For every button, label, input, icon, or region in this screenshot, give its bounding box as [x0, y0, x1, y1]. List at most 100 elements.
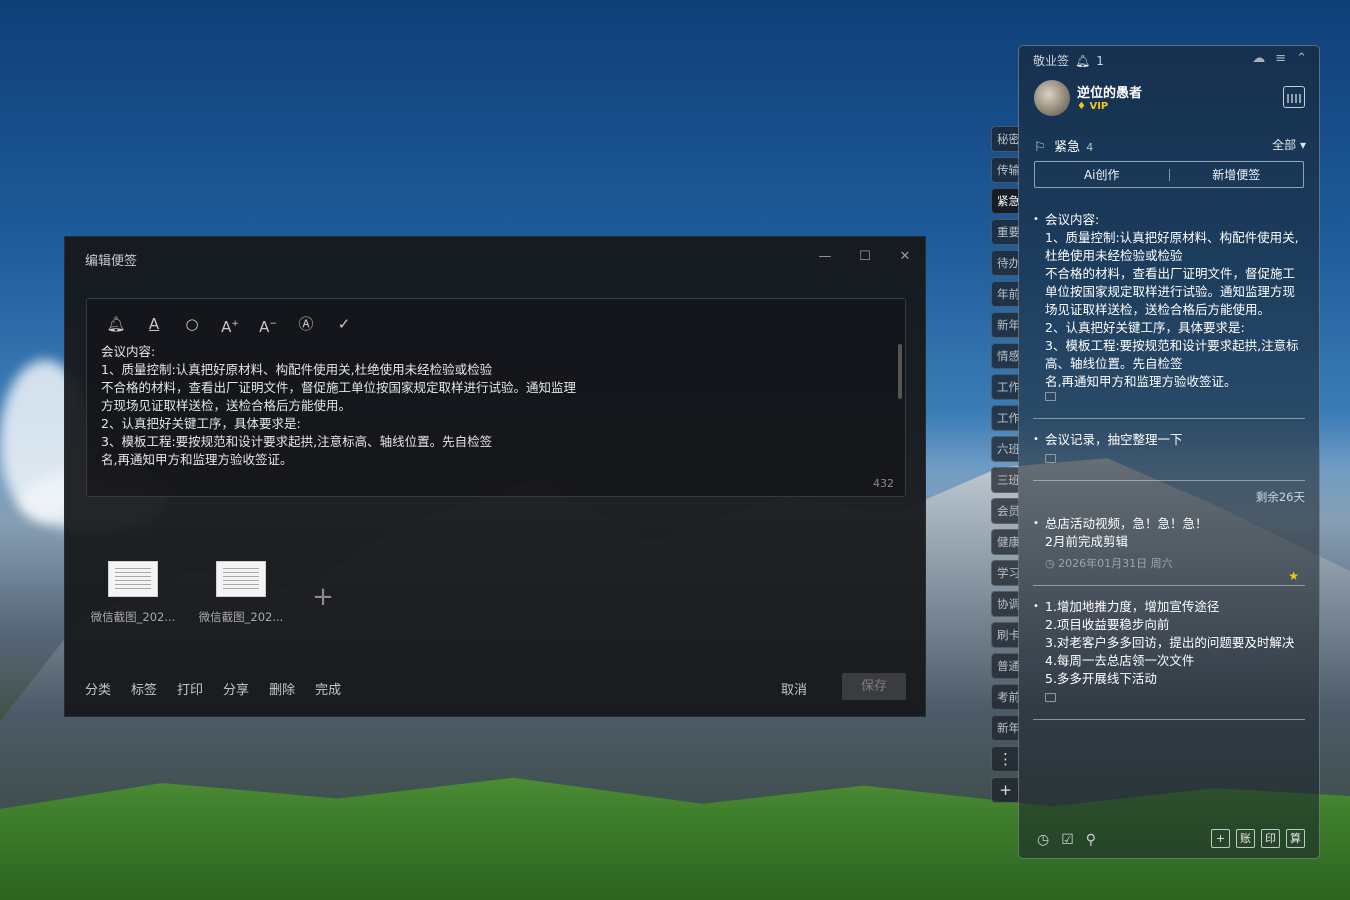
- font-decrease-icon[interactable]: A−: [257, 313, 279, 336]
- category-side-tabs: 秘密 传输 紧急 重要 待办 年前 新年 情感 工作 工作 六班 三班 会员 健…: [991, 126, 1019, 808]
- side-tab[interactable]: 工作: [991, 374, 1019, 400]
- close-icon[interactable]: ✕: [896, 248, 914, 266]
- note-line: 2月前完成剪辑: [1045, 534, 1128, 549]
- star-icon[interactable]: ★: [1288, 567, 1299, 585]
- content-line: 名,再通知甲方和监理方验收签证。: [101, 452, 293, 467]
- side-tab[interactable]: 秘密: [991, 126, 1019, 152]
- font-color-icon[interactable]: A: [143, 313, 165, 335]
- complete-button[interactable]: 完成: [315, 679, 341, 698]
- auto-format-icon[interactable]: Ⓐ: [295, 313, 317, 335]
- attachment-item[interactable]: 微信截图_202...: [87, 561, 179, 625]
- note-item[interactable]: 会议内容: 1、质量控制:认真把好原材料、构配件使用关,杜绝使用未经检验或检验 …: [1033, 211, 1305, 406]
- add-category-button[interactable]: +: [991, 777, 1019, 803]
- note-reminder-date: ◷ 2026年01月31日 周六: [1045, 557, 1173, 570]
- side-tab[interactable]: 情感: [991, 343, 1019, 369]
- side-tab[interactable]: 学习: [991, 560, 1019, 586]
- menu-icon[interactable]: ≡: [1275, 51, 1286, 66]
- side-tab[interactable]: 协调: [991, 591, 1019, 617]
- add-icon[interactable]: +: [1211, 829, 1230, 848]
- bookmark-icon: ⚐: [1034, 140, 1046, 155]
- notification-bell-icon[interactable]: 🔔︎: [1075, 54, 1090, 68]
- side-tab[interactable]: 三班: [991, 467, 1019, 493]
- attachment-list: 微信截图_202... 微信截图_202... +: [87, 561, 343, 625]
- filter-label: 全部: [1272, 138, 1297, 152]
- share-button[interactable]: 分享: [223, 679, 249, 698]
- image-attachment-icon: [1045, 454, 1056, 463]
- note-body: 1.增加地推力度，增加宣传途径 2.项目收益要稳步向前 3.对老客户多多回访，提…: [1045, 598, 1305, 688]
- side-tab[interactable]: 会员: [991, 498, 1019, 524]
- note-line: 名,再通知甲方和监理方验收签证。: [1045, 374, 1237, 387]
- calculator-button[interactable]: 算: [1286, 829, 1305, 848]
- print-button[interactable]: 打印: [177, 679, 203, 698]
- side-tab[interactable]: 六班: [991, 436, 1019, 462]
- account-button[interactable]: 账: [1236, 829, 1255, 848]
- note-content-textarea[interactable]: 会议内容: 1、质量控制:认真把好原材料、构配件使用关,杜绝使用未经检验或检验 …: [101, 343, 891, 469]
- side-tab[interactable]: 健康: [991, 529, 1019, 555]
- attachment-thumbnail: [216, 561, 266, 597]
- note-line: 3、模板工程:要按规范和设计要求起拱,注意标高、轴线位置。先自检签: [1045, 338, 1299, 371]
- add-attachment-button[interactable]: +: [303, 577, 343, 617]
- format-toolbar: 🔔︎ A ○ A+ A− Ⓐ ✓: [105, 313, 355, 336]
- calendar-check-icon[interactable]: ☑: [1061, 832, 1074, 848]
- divider: [1033, 418, 1305, 419]
- side-tab[interactable]: 新年: [991, 312, 1019, 338]
- attachment-item[interactable]: 微信截图_202...: [195, 561, 287, 625]
- side-tab[interactable]: 待办: [991, 250, 1019, 276]
- filter-dropdown[interactable]: 全部 ▾: [1272, 136, 1306, 153]
- note-line: 5.多多开展线下活动: [1045, 671, 1157, 686]
- maximize-icon[interactable]: ☐: [856, 248, 874, 266]
- image-attachment-icon: [1045, 392, 1056, 401]
- sticky-note-panel: 敬业签 🔔︎ 1 ☁ ≡ ⌃ 逆位的愚者 ♦ VIP ⚐ 紧急 4 全部 ▾ A…: [1018, 45, 1320, 859]
- side-tab[interactable]: 重要: [991, 219, 1019, 245]
- print-button[interactable]: 印: [1261, 829, 1280, 848]
- font-increase-icon[interactable]: A+: [219, 313, 241, 336]
- editor-scrollbar[interactable]: [898, 344, 902, 399]
- new-note-button[interactable]: 新增便签: [1170, 166, 1304, 183]
- note-line: 会议记录，抽空整理一下: [1045, 432, 1183, 447]
- editor-title: 编辑便签: [85, 254, 138, 269]
- note-line: 2.项目收益要稳步向前: [1045, 617, 1170, 632]
- side-tab[interactable]: 普通: [991, 653, 1019, 679]
- side-tab[interactable]: 考前: [991, 684, 1019, 710]
- panel-window-controls: ☁ ≡ ⌃: [1252, 51, 1307, 66]
- note-item[interactable]: 会议记录，抽空整理一下: [1033, 431, 1305, 468]
- search-icon[interactable]: ⚲: [1086, 832, 1096, 848]
- content-line: 3、模板工程:要按规范和设计要求起拱,注意标高、轴线位置。先自检签: [101, 434, 493, 449]
- bell-icon[interactable]: 🔔︎: [105, 313, 127, 335]
- cloud-sync-icon[interactable]: ☁: [1252, 51, 1265, 66]
- category-button[interactable]: 分类: [85, 679, 111, 698]
- side-tab[interactable]: 年前: [991, 281, 1019, 307]
- image-attachment-icon: [1045, 693, 1056, 702]
- side-tab[interactable]: 新年: [991, 715, 1019, 741]
- divider: [1033, 719, 1305, 720]
- ai-create-button[interactable]: Ai创作: [1035, 166, 1169, 183]
- note-item[interactable]: 总店活动视频，急！急！急！ 2月前完成剪辑 ◷ 2026年01月31日 周六 ★: [1033, 515, 1305, 583]
- note-line: 1、质量控制:认真把好原材料、构配件使用关,杜绝使用未经检验或检验: [1045, 230, 1299, 263]
- note-editor-box[interactable]: 🔔︎ A ○ A+ A− Ⓐ ✓ 会议内容: 1、质量控制:认真把好原材料、构配…: [86, 298, 906, 497]
- content-line: 不合格的材料，查看出厂证明文件，督促施工单位按国家规定取样进行试验。通知监理: [101, 380, 577, 395]
- cancel-button[interactable]: 取消: [781, 679, 807, 698]
- note-item[interactable]: 1.增加地推力度，增加宣传途径 2.项目收益要稳步向前 3.对老客户多多回访，提…: [1033, 598, 1305, 707]
- side-tab[interactable]: 刷卡: [991, 622, 1019, 648]
- collapse-icon[interactable]: ⌃: [1296, 51, 1307, 66]
- tag-button[interactable]: 标签: [131, 679, 157, 698]
- attachment-name: 微信截图_202...: [198, 610, 284, 624]
- search-icon[interactable]: ○: [181, 313, 203, 335]
- more-tabs-icon[interactable]: ⋮: [991, 746, 1019, 772]
- save-button[interactable]: 保存: [842, 673, 906, 700]
- panel-header: 敬业签 🔔︎ 1: [1033, 52, 1104, 69]
- note-body: 会议内容: 1、质量控制:认真把好原材料、构配件使用关,杜绝使用未经检验或检验 …: [1045, 211, 1305, 387]
- check-icon[interactable]: ✓: [333, 313, 355, 335]
- side-tab[interactable]: 工作: [991, 405, 1019, 431]
- side-tab-active[interactable]: 紧急: [991, 188, 1019, 214]
- attachment-name: 微信截图_202...: [90, 610, 176, 624]
- delete-button[interactable]: 删除: [269, 679, 295, 698]
- content-line: 2、认真把好关键工序，具体要求是:: [101, 416, 301, 431]
- calendar-icon[interactable]: [1283, 86, 1305, 108]
- clock-icon[interactable]: ◷: [1037, 832, 1049, 848]
- avatar[interactable]: [1034, 80, 1070, 116]
- note-line: 4.每周一去总店领一次文件: [1045, 653, 1195, 668]
- minimize-icon[interactable]: —: [816, 248, 834, 266]
- side-tab[interactable]: 传输: [991, 157, 1019, 183]
- note-line: 3.对老客户多多回访，提出的问题要及时解决: [1045, 635, 1295, 650]
